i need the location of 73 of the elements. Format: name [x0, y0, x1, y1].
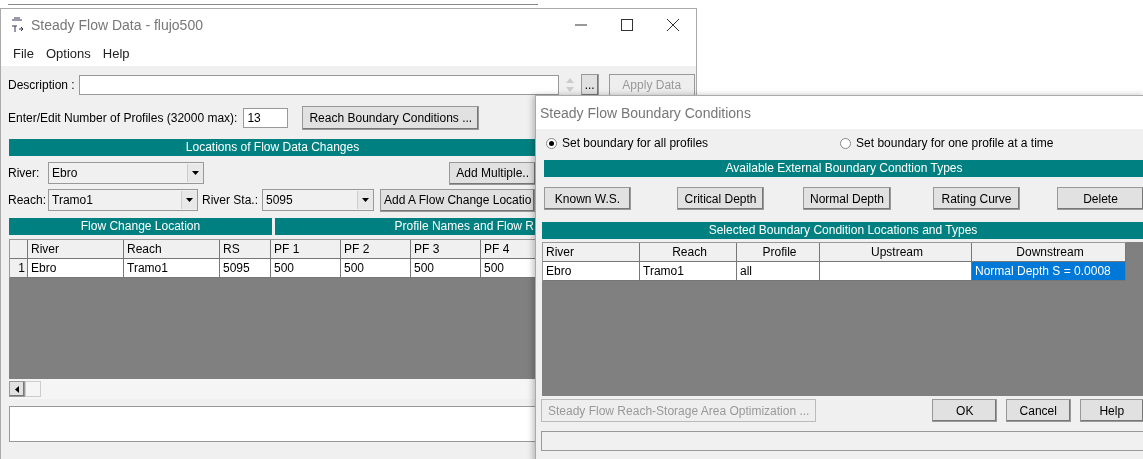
column-header: Reach	[640, 243, 737, 262]
column-header: River	[543, 243, 640, 262]
section-header: Flow Change Location	[9, 218, 272, 235]
boundary-type-button[interactable]: Critical Depth	[677, 187, 764, 210]
column-header: Upstream	[820, 243, 972, 262]
row-number: 1	[10, 259, 28, 278]
table-cell: 500	[271, 259, 341, 278]
radio-button[interactable]	[546, 137, 557, 149]
column-header: PF 2	[341, 240, 411, 259]
boundary-type-button[interactable]: Rating Curve	[933, 187, 1020, 210]
radio-label[interactable]: Set boundary for all profiles	[562, 136, 709, 150]
caret-icon	[15, 385, 19, 393]
field-label: River Sta.:	[202, 193, 258, 207]
boundary-type-button[interactable]: Delete	[1057, 187, 1143, 210]
table-cell: 500	[411, 259, 481, 278]
dialog-title: Steady Flow Boundary Conditions	[540, 104, 751, 121]
flow-icon	[9, 17, 25, 33]
river-station-dropdown[interactable]: 5095	[262, 189, 374, 211]
dropdown-button[interactable]	[181, 191, 197, 209]
column-header: Downstream	[972, 243, 1126, 262]
column-header: River	[28, 240, 124, 259]
description-field[interactable]	[78, 75, 559, 95]
dropdown-button[interactable]	[357, 191, 373, 209]
column-header: PF 4	[481, 240, 536, 259]
scroll-left-button[interactable]	[9, 381, 25, 397]
river-dropdown[interactable]: Ebro	[48, 162, 204, 184]
column-header: PF 3	[411, 240, 481, 259]
window-title: Steady Flow Data - flujo500	[31, 17, 203, 33]
dialog-button[interactable]: Cancel	[1006, 399, 1071, 422]
reach-dropdown[interactable]: Tramo1	[48, 189, 198, 211]
table-cell: 5095	[220, 259, 271, 278]
field-label: Enter/Edit Number of Profiles (32000 max):	[8, 111, 238, 125]
table-cell: 500	[481, 259, 536, 278]
boundary-type-button[interactable]: Normal Depth	[803, 187, 891, 210]
menu-item[interactable]: File	[13, 46, 34, 61]
column-header: Reach	[124, 240, 220, 259]
radio-label[interactable]: Set boundary for one profile at a time	[856, 136, 1054, 150]
reach-boundary-button[interactable]: Reach Boundary Conditions ...	[302, 106, 480, 130]
table-cell: Ebro	[543, 262, 640, 281]
field-label: Reach:	[8, 193, 44, 207]
table-cell: Ebro	[28, 259, 124, 278]
table-cell: Tramo1	[640, 262, 737, 281]
maximize-icon[interactable]	[621, 19, 633, 31]
radio-button[interactable]	[840, 137, 852, 149]
field-label: River:	[8, 166, 41, 180]
table-cell: Tramo1	[124, 259, 220, 278]
add-multiple-button[interactable]: Add Multiple..	[449, 161, 536, 185]
table-cell: 500	[341, 259, 411, 278]
section-header: Available External Boundary Condtion Types	[544, 160, 1143, 177]
section-header: Profile Names and Flow R	[275, 218, 536, 235]
dropdown-button[interactable]	[187, 164, 203, 182]
scroll-thumb[interactable]	[25, 381, 41, 397]
dialog-button[interactable]: OK	[932, 399, 997, 422]
boundary-type-button[interactable]: Known W.S.	[544, 187, 631, 210]
column-header: PF 1	[271, 240, 341, 259]
add-location-button[interactable]: Add A Flow Change Locatio	[380, 188, 536, 212]
section-header: Selected Boundary Condition Locations and Types	[542, 222, 1143, 239]
browse-button[interactable]: ...	[580, 74, 599, 96]
caret-icon	[186, 198, 193, 202]
table-cell: Normal Depth S = 0.0008	[972, 262, 1126, 281]
column-header: RS	[220, 240, 271, 259]
profiles-field[interactable]: 13	[243, 108, 289, 128]
field-label: Description :	[8, 78, 75, 92]
table-cell: all	[737, 262, 820, 281]
section-header: Locations of Flow Data Changes	[9, 139, 536, 156]
caret-icon	[192, 171, 199, 175]
dialog-button[interactable]: Help	[1079, 399, 1143, 422]
close-icon[interactable]	[667, 19, 679, 31]
caret-icon	[362, 198, 369, 202]
corner-cell	[10, 240, 28, 259]
column-header: Profile	[737, 243, 820, 262]
menu-item[interactable]: Help	[102, 46, 130, 61]
menu-item[interactable]: Options	[45, 46, 91, 61]
